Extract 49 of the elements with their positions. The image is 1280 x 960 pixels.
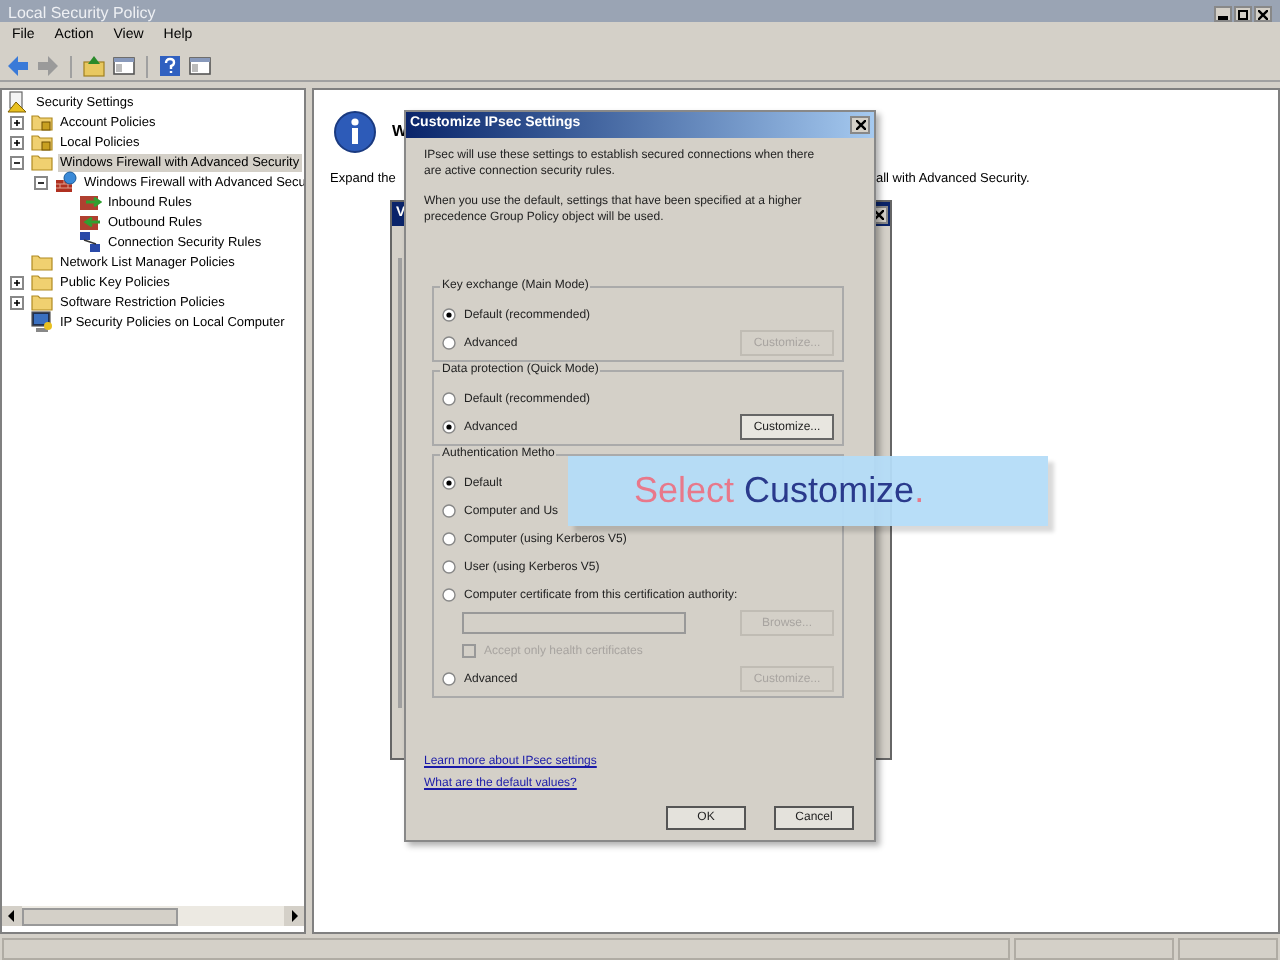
radio-icon[interactable] [442,420,456,434]
expand-icon[interactable] [10,135,24,149]
collapse-icon[interactable] [34,175,48,189]
minimize-icon [1218,16,1228,20]
close-icon [1258,9,1268,19]
help-icon[interactable] [158,54,182,78]
radio-icon[interactable] [442,308,456,322]
radio-icon[interactable] [442,532,456,546]
firewall-icon [54,170,78,194]
close-button[interactable] [850,116,870,134]
radio-icon[interactable] [442,560,456,574]
close-icon [855,120,865,130]
folder-up-icon[interactable] [82,54,106,78]
locked-folder-icon [30,130,54,154]
computer-icon [30,310,54,334]
info-icon [334,110,376,154]
locked-folder-icon [30,110,54,134]
radio-icon[interactable] [442,504,456,518]
minimize-button[interactable] [1214,6,1232,22]
expand-icon[interactable] [10,115,24,129]
folder-icon [30,150,54,174]
wall-arrow-icon [78,210,102,234]
pane-icon[interactable] [112,54,136,78]
radio-icon[interactable] [442,672,456,686]
radio-icon[interactable] [442,588,456,602]
horizontal-scrollbar[interactable] [2,906,304,926]
scroll-left-icon[interactable] [2,906,22,926]
radio-icon[interactable] [442,336,456,350]
close-icon [874,209,884,219]
folder-icon [30,270,54,294]
close-button[interactable] [1254,6,1272,22]
callout-text: Select Customize. [634,468,925,514]
folder-icon [30,250,54,274]
back-arrow-icon[interactable] [6,54,30,78]
maximize-button[interactable] [1234,6,1252,22]
expand-icon[interactable] [10,275,24,289]
expand-icon[interactable] [10,295,24,309]
pane-icon[interactable] [188,54,212,78]
scroll-right-icon[interactable] [284,906,304,926]
status-section [1178,938,1278,960]
wall-arrow-icon [78,190,102,214]
maximize-icon [1238,9,1248,19]
window-title: Local Security Policy [8,4,156,22]
computers-icon [78,230,102,254]
collapse-icon[interactable] [10,155,24,169]
radio-icon[interactable] [442,392,456,406]
radio-icon[interactable] [442,476,456,490]
folder-icon [30,290,54,314]
scrollbar-thumb[interactable] [22,907,178,925]
